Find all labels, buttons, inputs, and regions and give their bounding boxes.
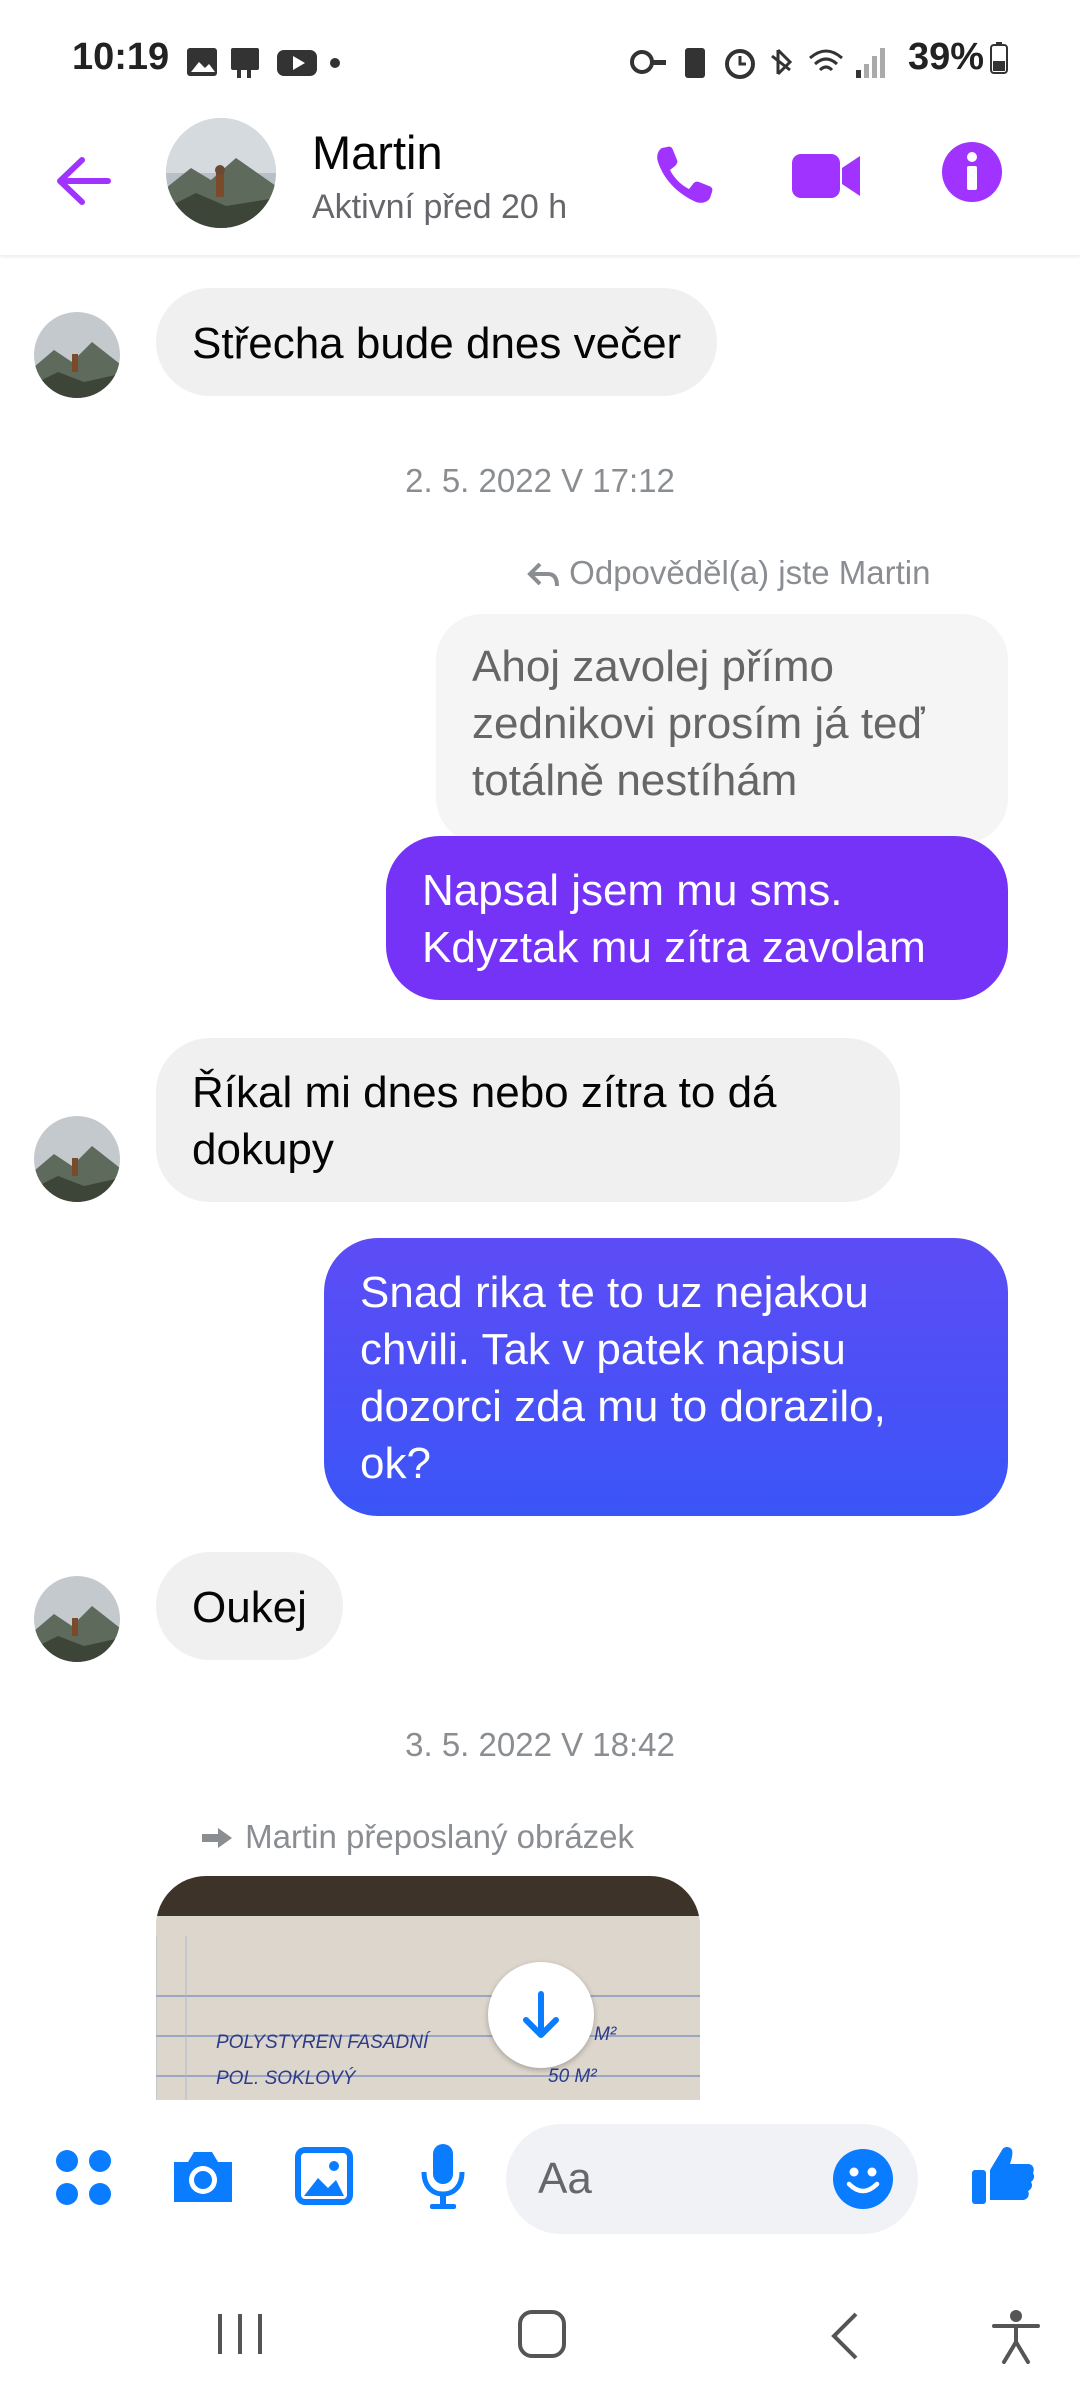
forwarded-image[interactable]: POLYSTYREN FASADNÍ POL. SOKLOVÝ M² 50 M² bbox=[156, 1876, 700, 2100]
active-status: Aktivní před 20 h bbox=[312, 188, 568, 226]
image-handwriting: POLYSTYREN FASADNÍ bbox=[216, 2032, 429, 2053]
info-icon[interactable] bbox=[940, 140, 1004, 204]
timestamp: 3. 5. 2022 V 18:42 bbox=[405, 1726, 675, 1763]
message-input-placeholder: Aa bbox=[538, 2154, 592, 2203]
recent-apps-icon[interactable] bbox=[214, 2310, 266, 2358]
message-bubble-outgoing[interactable]: Snad rika te to uz nejakou chvili. Tak v… bbox=[324, 1238, 1008, 1516]
battery-icon bbox=[990, 42, 1008, 74]
quoted-line: totálně nestíhám bbox=[472, 756, 798, 805]
notebook-photo bbox=[156, 1876, 700, 2100]
arrow-down-icon bbox=[523, 1991, 559, 2038]
message-bubble-incoming[interactable]: Říkal mi dnes nebo zítra to dá dokupy bbox=[156, 1038, 900, 1202]
timestamp: 2. 5. 2022 V 17:12 bbox=[405, 462, 675, 499]
image-handwriting: M² bbox=[594, 2024, 617, 2045]
phone-call-icon[interactable] bbox=[652, 142, 716, 208]
message-bubble-incoming[interactable]: Oukej bbox=[156, 1552, 343, 1660]
emoji-icon[interactable] bbox=[832, 2148, 894, 2210]
quoted-message[interactable]: Ahoj zavolej přímo zednikovi prosím já t… bbox=[436, 614, 1008, 844]
message-line: Napsal jsem mu sms. bbox=[422, 866, 843, 915]
forward-indicator: Martin přeposlaný obrázek bbox=[198, 1818, 634, 1856]
back-nav-icon[interactable] bbox=[826, 2310, 866, 2362]
message-bubble-incoming[interactable]: Střecha bude dnes večer bbox=[156, 288, 718, 396]
scroll-to-bottom-button[interactable] bbox=[488, 1962, 594, 2068]
conversation-header: Martin Aktivní před 20 h bbox=[0, 110, 1080, 255]
message-line: ok? bbox=[360, 1439, 431, 1488]
notification-icons bbox=[187, 48, 340, 78]
quoted-line: zednikovi prosím já teď bbox=[472, 699, 925, 748]
message-line: Snad rika te to uz nejakou bbox=[360, 1268, 869, 1317]
video-call-icon[interactable] bbox=[790, 148, 864, 204]
camera-icon[interactable] bbox=[168, 2146, 238, 2208]
message-text: Oukej bbox=[192, 1583, 307, 1632]
apps-menu-icon[interactable] bbox=[54, 2148, 114, 2208]
back-arrow-icon[interactable] bbox=[52, 150, 114, 212]
forward-icon bbox=[202, 1828, 232, 1848]
accessibility-icon[interactable] bbox=[990, 2308, 1042, 2364]
contact-name[interactable]: Martin bbox=[312, 125, 443, 180]
message-line: dokupy bbox=[192, 1125, 334, 1174]
gallery-icon[interactable] bbox=[292, 2144, 356, 2208]
microphone-icon[interactable] bbox=[418, 2142, 468, 2212]
home-icon[interactable] bbox=[516, 2308, 568, 2360]
reply-icon bbox=[527, 562, 559, 587]
system-nav-bar bbox=[0, 2260, 1080, 2400]
message-bubble-outgoing[interactable]: Napsal jsem mu sms. Kdyztak mu zítra zav… bbox=[386, 836, 1008, 1000]
message-line: Kdyztak mu zítra zavolam bbox=[422, 923, 926, 972]
image-handwriting: 50 M² bbox=[548, 2066, 597, 2087]
message-text: Střecha bude dnes večer bbox=[192, 319, 682, 368]
message-line: dozorci zda mu to dorazilo, bbox=[360, 1382, 886, 1431]
battery-percent: 39% bbox=[908, 36, 985, 78]
system-icons bbox=[630, 48, 885, 79]
image-handwriting: POL. SOKLOVÝ bbox=[216, 2068, 356, 2089]
thumbs-up-icon[interactable] bbox=[970, 2142, 1036, 2208]
message-line: chvili. Tak v patek napisu bbox=[360, 1325, 846, 1374]
message-line: Říkal mi dnes nebo zítra to dá bbox=[192, 1068, 777, 1117]
reply-note-text: Odpověděl(a) jste Martin bbox=[569, 554, 931, 591]
composer-bar: Aa bbox=[0, 2100, 1080, 2260]
sender-avatar[interactable] bbox=[34, 1116, 120, 1202]
status-time: 10:19 bbox=[72, 36, 170, 78]
reply-indicator: Odpověděl(a) jste Martin bbox=[526, 554, 931, 592]
sender-avatar[interactable] bbox=[34, 1576, 120, 1662]
contact-avatar[interactable] bbox=[166, 118, 276, 228]
message-input[interactable]: Aa bbox=[506, 2124, 918, 2234]
forward-note-text: Martin přeposlaný obrázek bbox=[245, 1818, 635, 1855]
quoted-line: Ahoj zavolej přímo bbox=[472, 642, 834, 691]
sender-avatar[interactable] bbox=[34, 312, 120, 398]
status-bar: 10:19 39% bbox=[0, 0, 1080, 110]
